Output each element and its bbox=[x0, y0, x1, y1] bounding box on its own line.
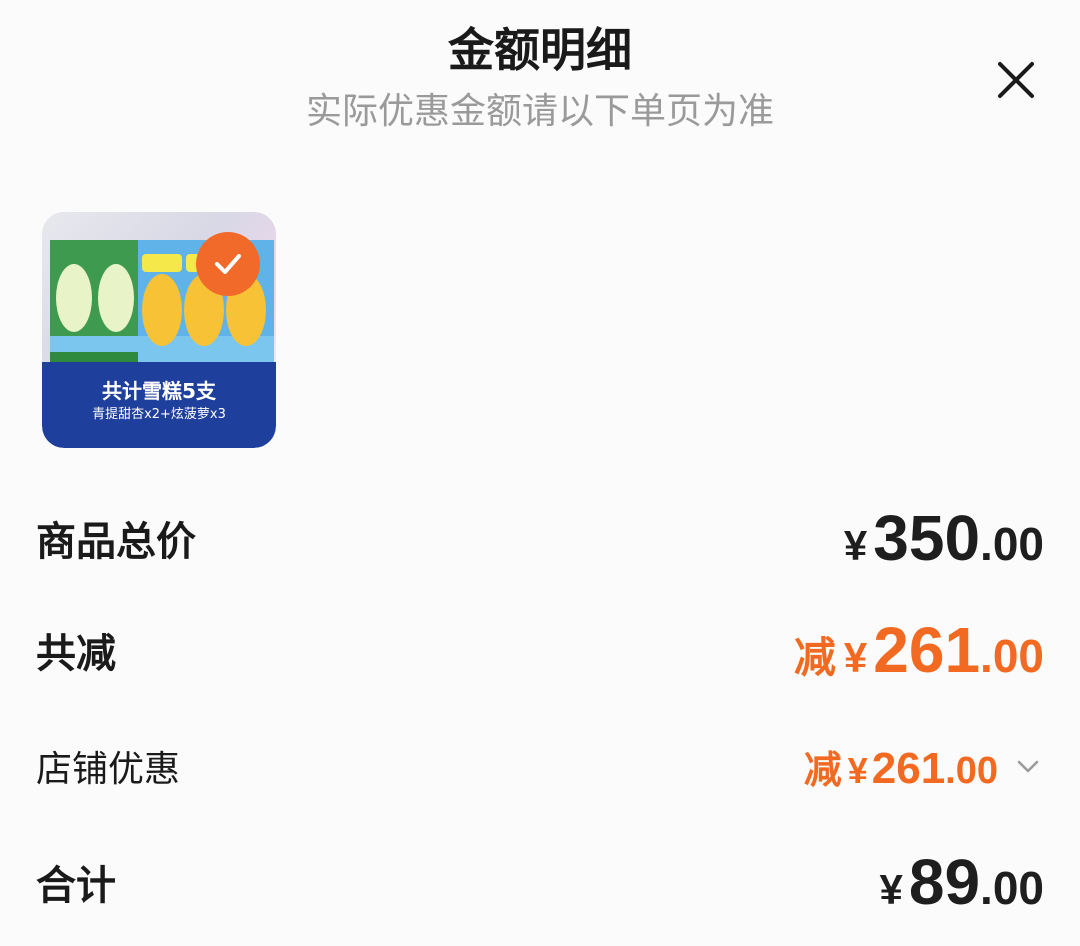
product-banner: 共计雪糕5支 青提甜杏x2+炫菠萝x3 bbox=[42, 362, 276, 448]
discount-prefix: 减 bbox=[793, 634, 836, 681]
shop-discount-row[interactable]: 店铺优惠 减 ¥ 261 .00 bbox=[36, 736, 1044, 796]
product-count-label: 共计雪糕5支 bbox=[102, 379, 216, 403]
page-title: 金额明细 bbox=[448, 23, 632, 77]
check-icon bbox=[215, 254, 241, 274]
chevron-down-icon[interactable] bbox=[1012, 750, 1044, 782]
total-discount-amount: 减 ¥ 261 .00 bbox=[794, 613, 1044, 687]
total-integer: 89 bbox=[908, 846, 981, 918]
total-discount-decimal: .00 bbox=[980, 630, 1044, 682]
subtotal-label: 商品总价 bbox=[36, 519, 196, 565]
close-icon bbox=[998, 62, 1034, 98]
subtotal-amount: ¥ 350 .00 bbox=[844, 501, 1044, 575]
currency-symbol: ¥ bbox=[843, 634, 868, 681]
total-discount-row: 共减 减 ¥ 261 .00 bbox=[36, 614, 1044, 686]
amount-detail-sheet: 金额明细 实际优惠金额请以下单页为准 共计雪糕5支 青提甜杏x2+炫菠萝x3 商… bbox=[0, 0, 1080, 946]
subtotal-decimal: .00 bbox=[980, 518, 1044, 570]
selected-badge bbox=[196, 232, 260, 296]
subtotal-row: 商品总价 ¥ 350 .00 bbox=[36, 502, 1044, 574]
close-button[interactable] bbox=[990, 54, 1042, 106]
shop-discount-label: 店铺优惠 bbox=[36, 749, 181, 790]
total-discount-integer: 261 bbox=[873, 614, 981, 686]
total-row: 合计 ¥ 89 .00 bbox=[36, 846, 1044, 918]
currency-symbol: ¥ bbox=[843, 522, 868, 569]
total-discount-label: 共减 bbox=[36, 631, 116, 677]
currency-symbol: ¥ bbox=[879, 866, 903, 913]
total-amount: ¥ 89 .00 bbox=[880, 845, 1045, 919]
total-decimal: .00 bbox=[980, 862, 1044, 914]
subtotal-integer: 350 bbox=[873, 502, 981, 574]
discount-prefix: 减 bbox=[803, 749, 842, 792]
page-subtitle: 实际优惠金额请以下单页为准 bbox=[305, 91, 774, 132]
shop-discount-decimal: .00 bbox=[945, 749, 998, 792]
shop-discount-integer: 261 bbox=[871, 743, 946, 793]
shop-discount-amount: 减 ¥ 261 .00 bbox=[804, 739, 1044, 794]
product-flavor-label: 青提甜杏x2+炫菠萝x3 bbox=[92, 407, 226, 422]
currency-symbol: ¥ bbox=[847, 749, 868, 791]
total-label: 合计 bbox=[36, 863, 116, 909]
